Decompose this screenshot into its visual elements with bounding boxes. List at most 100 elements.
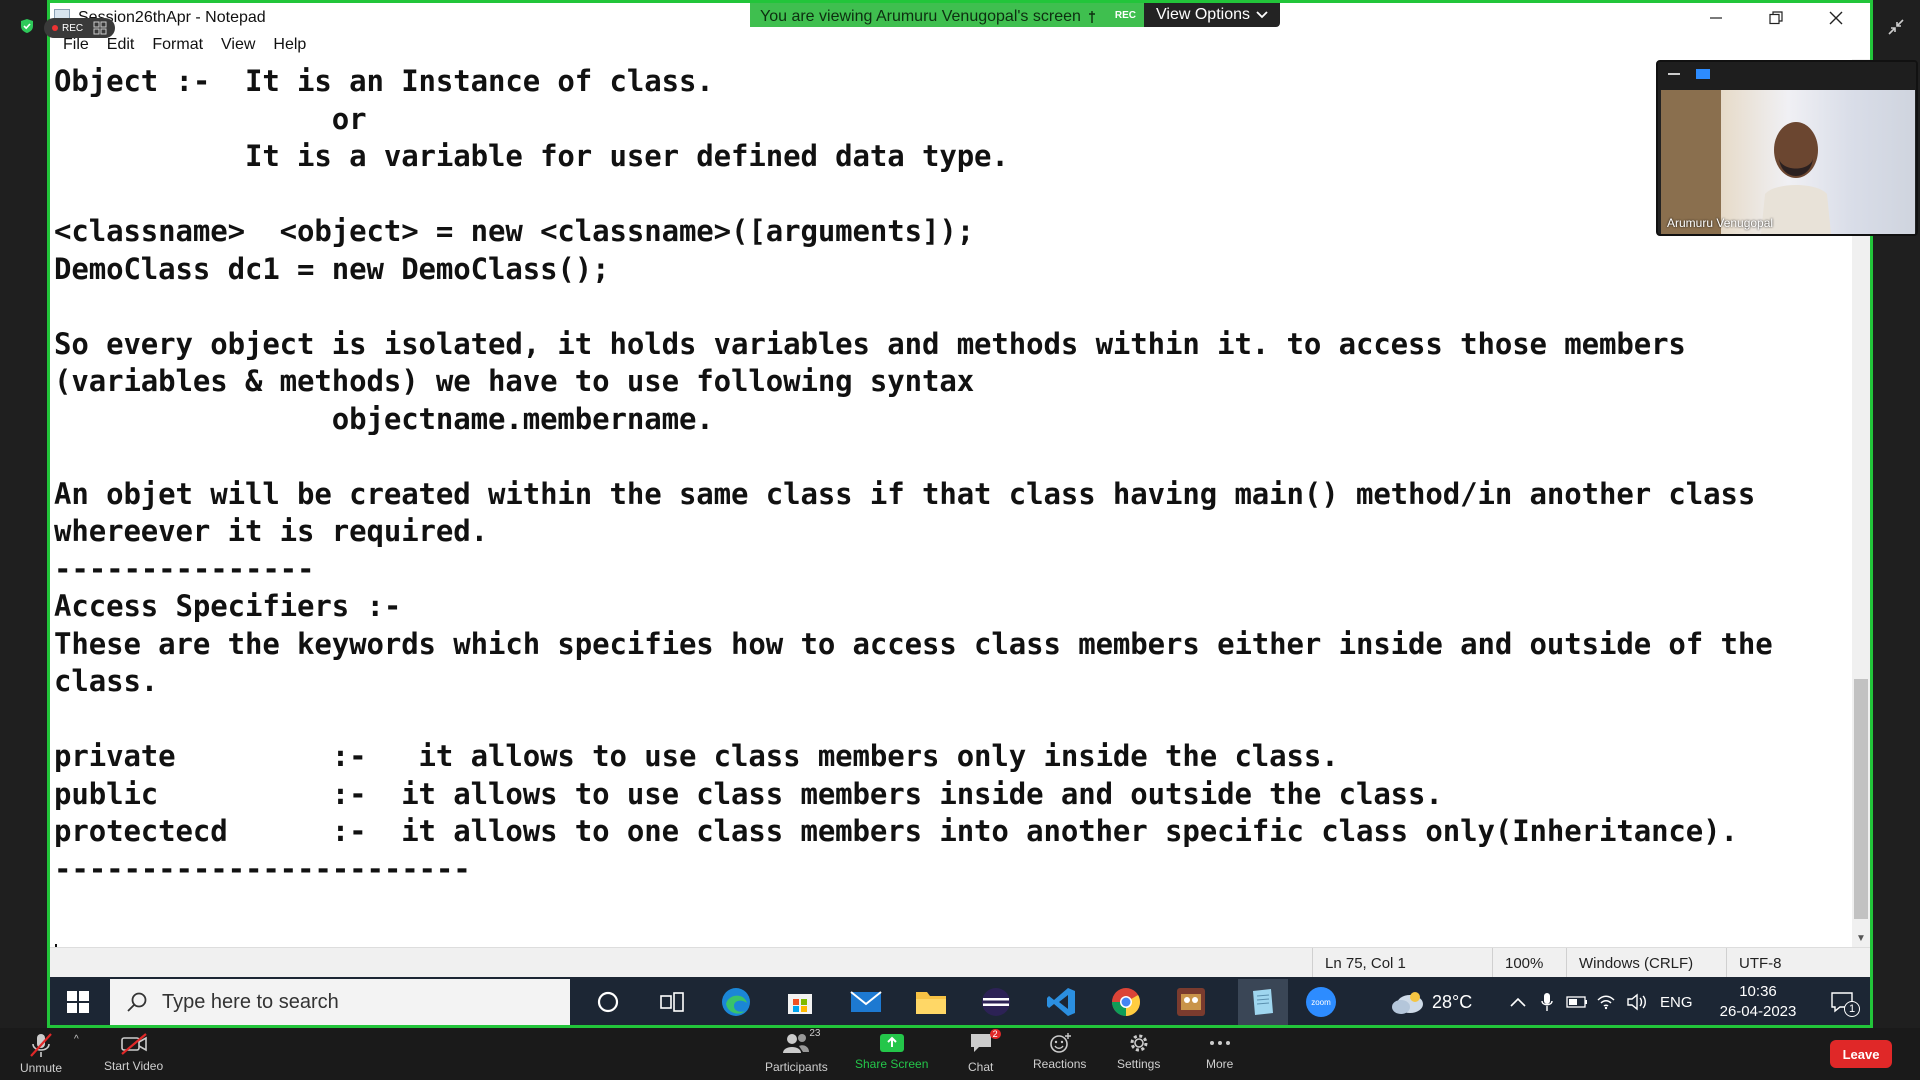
wifi-icon[interactable]: [1596, 977, 1616, 1025]
chat-icon: [970, 1034, 991, 1052]
weather-widget[interactable]: 28°C: [1390, 977, 1473, 1025]
more-label: More: [1206, 1057, 1234, 1071]
edge-browser-icon[interactable]: [718, 984, 754, 1020]
menu-format[interactable]: Format: [143, 33, 212, 57]
clock-date: 26-04-2023: [1719, 1003, 1797, 1020]
microsoft-store-icon[interactable]: [782, 984, 818, 1020]
clock-time: 10:36: [1739, 983, 1777, 1000]
svg-text:zoom: zoom: [1311, 998, 1331, 1007]
chat-button[interactable]: 2 Chat: [968, 1029, 1001, 1074]
document-text: Object :- It is an Instance of class. or…: [54, 64, 1773, 886]
scroll-down-icon[interactable]: ▼: [1852, 929, 1870, 947]
notepad-taskbar-icon[interactable]: [1238, 979, 1288, 1025]
participant-name: Arumuru Venugopal: [1667, 216, 1774, 230]
language-indicator[interactable]: ENG: [1660, 977, 1693, 1025]
chevron-up-icon: [1510, 997, 1526, 1007]
pin-icon: [1088, 10, 1095, 23]
clock[interactable]: 10:36 26-04-2023: [1708, 977, 1808, 1025]
start-button[interactable]: [50, 977, 106, 1025]
chat-label: Chat: [968, 1060, 994, 1074]
battery-icon[interactable]: [1566, 977, 1588, 1025]
share-screen-button[interactable]: Share Screen: [855, 1032, 928, 1071]
share-banner-text: You are viewing Arumuru Venugopal's scre…: [760, 7, 1081, 25]
task-view-icon[interactable]: [654, 984, 690, 1020]
share-screen-icon: [879, 1034, 904, 1052]
share-rec-badge: REC: [1106, 3, 1145, 27]
start-video-button[interactable]: Start Video: [104, 1032, 163, 1073]
leave-button[interactable]: Leave: [1830, 1040, 1892, 1068]
show-hidden-icons-button[interactable]: [1510, 977, 1526, 1025]
minimize-icon: [1710, 17, 1722, 19]
participant-video-panel[interactable]: Arumuru Venugopal: [1656, 60, 1918, 236]
video-off-icon: [120, 1033, 147, 1055]
more-button[interactable]: More: [1206, 1032, 1233, 1071]
restore-icon: [1769, 11, 1783, 25]
rec-dot-icon: [52, 25, 58, 31]
app-icon[interactable]: [1173, 984, 1209, 1020]
chat-badge: 2: [989, 1029, 1001, 1039]
restore-button[interactable]: [1746, 3, 1806, 33]
zoom-control-bar: Unmute ^ Start Video 23 Participants Sha…: [0, 1028, 1920, 1080]
status-zoom: 100%: [1492, 948, 1566, 978]
exit-fullscreen-icon[interactable]: [1887, 18, 1905, 36]
left-strip: [0, 0, 47, 1028]
notification-center-button[interactable]: 1: [1830, 977, 1860, 1025]
more-dots-icon: [1209, 1041, 1230, 1045]
settings-label: Settings: [1117, 1057, 1161, 1071]
reactions-icon: [1049, 1033, 1071, 1053]
close-button[interactable]: [1806, 3, 1866, 33]
minimize-button[interactable]: [1686, 3, 1746, 33]
mail-icon[interactable]: [848, 984, 884, 1020]
menu-help[interactable]: Help: [264, 33, 315, 57]
participant-video-feed: Arumuru Venugopal: [1661, 90, 1915, 234]
participants-label: Participants: [765, 1060, 828, 1074]
file-explorer-icon[interactable]: [913, 984, 949, 1020]
reactions-button[interactable]: Reactions: [1033, 1032, 1086, 1071]
taskbar-search-box[interactable]: Type here to search: [110, 979, 570, 1025]
share-banner-text-box: You are viewing Arumuru Venugopal's scre…: [750, 3, 1107, 27]
grid-view-icon: [93, 21, 107, 35]
cortana-icon[interactable]: [590, 984, 626, 1020]
close-icon: [1829, 11, 1843, 25]
volume-icon[interactable]: [1626, 977, 1648, 1025]
chevron-down-icon: [1256, 11, 1268, 19]
chrome-icon[interactable]: [1108, 984, 1144, 1020]
notepad-status-bar: Ln 75, Col 1 100% Windows (CRLF) UTF-8: [50, 947, 1870, 978]
search-icon: [127, 992, 147, 1012]
vscode-icon[interactable]: [1043, 984, 1079, 1020]
settings-button[interactable]: Settings: [1117, 1032, 1160, 1071]
menu-view[interactable]: View: [212, 33, 264, 57]
unmute-label: Unmute: [20, 1061, 63, 1075]
microphone-icon[interactable]: [1540, 977, 1554, 1025]
cloud-icon: [1392, 992, 1423, 1014]
status-line-ending: Windows (CRLF): [1566, 948, 1726, 978]
weather-temp: 28°C: [1432, 991, 1473, 1012]
notification-count: 1: [1844, 1001, 1860, 1017]
system-tray: 28°C ENG 10:36 26-04-2023 1: [1370, 977, 1870, 1025]
recording-indicator[interactable]: REC: [44, 18, 116, 38]
encryption-shield-icon[interactable]: [20, 18, 34, 34]
start-video-label: Start Video: [104, 1059, 164, 1073]
muted-mic-icon: [30, 1033, 52, 1057]
unmute-button[interactable]: Unmute: [20, 1032, 62, 1075]
participants-count: 23: [809, 1028, 821, 1039]
speaker-view-icon[interactable]: [1696, 69, 1710, 79]
share-screen-label: Share Screen: [855, 1057, 929, 1071]
gear-icon: [1130, 1034, 1148, 1052]
search-placeholder: Type here to search: [162, 990, 339, 1013]
windows-logo-icon: [67, 991, 89, 1013]
eclipse-ide-icon[interactable]: [978, 984, 1014, 1020]
zoom-app-icon[interactable]: zoom: [1303, 984, 1339, 1020]
status-cursor-position: Ln 75, Col 1: [1312, 948, 1492, 978]
scrollbar-thumb[interactable]: [1854, 679, 1868, 919]
video-panel-header: [1658, 62, 1916, 90]
participants-button[interactable]: 23 Participants: [765, 1028, 828, 1074]
minimize-video-icon[interactable]: [1668, 72, 1680, 76]
view-options-button[interactable]: View Options: [1144, 3, 1280, 27]
notepad-text-area[interactable]: Object :- It is an Instance of class. or…: [50, 59, 1858, 947]
audio-options-caret-icon[interactable]: ^: [74, 1034, 79, 1045]
windows-taskbar: Type here to search zoom 28°C ENG 10:36 …: [50, 977, 1870, 1025]
rec-label: REC: [62, 22, 84, 34]
reactions-label: Reactions: [1033, 1057, 1087, 1071]
screen-share-banner: You are viewing Arumuru Venugopal's scre…: [750, 3, 1280, 27]
